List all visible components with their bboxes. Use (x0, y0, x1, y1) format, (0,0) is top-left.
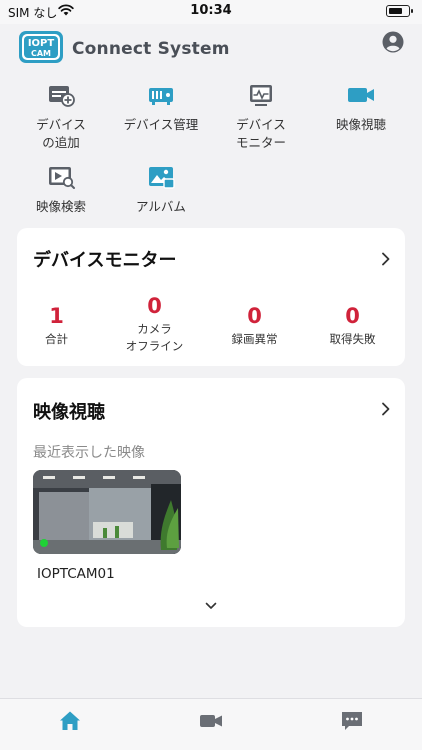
stat-label: 取得失敗 (329, 332, 376, 346)
device-monitor-icon (250, 85, 272, 106)
stat-label: 合計 (45, 332, 68, 346)
video-camera-icon[interactable] (199, 709, 223, 733)
logo-text-top: IOPT (28, 38, 55, 49)
camera-preview-image (33, 470, 181, 554)
menu-label: 映像視聴 (335, 117, 386, 132)
camera-name: IOPTCAM01 (37, 566, 115, 582)
svg-text:IOPT: IOPT (28, 38, 55, 49)
stat-value: 0 (345, 304, 360, 328)
stat-value: 1 (49, 304, 64, 328)
card-title: デバイスモニター (33, 250, 177, 271)
stat-label: カメラ オフライン (125, 322, 184, 353)
live-indicator-icon (40, 539, 48, 547)
app-logo: IOPT CAM (19, 31, 63, 63)
menu-item-video-viewing[interactable]: 映像視聴 (313, 82, 409, 134)
menu-label: 映像検索 (35, 199, 86, 214)
stat-label: 録画異常 (231, 332, 278, 346)
home-icon[interactable] (58, 709, 82, 733)
tab-bar (0, 698, 422, 750)
video-viewing-card[interactable]: 映像視聴 最近表示した映像 IOPTCAM01 (17, 378, 405, 627)
app-title: Connect System (72, 39, 230, 59)
menu-item-device-management[interactable]: デバイス管理 (113, 82, 209, 134)
device-management-icon (149, 88, 173, 105)
stat-fetch-failed[interactable]: 0 取得失敗 (304, 304, 401, 348)
clock: 10:34 (190, 3, 232, 18)
add-device-icon (49, 86, 75, 107)
stat-value: 0 (247, 304, 262, 328)
svg-text:CAM: CAM (31, 49, 51, 58)
menu-label: デバイス の追加 (36, 117, 86, 150)
stat-camera-offline[interactable]: 0 カメラ オフライン (106, 294, 203, 355)
stat-total[interactable]: 1 合計 (8, 304, 105, 348)
menu-item-device-monitor[interactable]: デバイス モニター (213, 82, 309, 152)
menu-item-album[interactable]: アルバム (113, 164, 209, 216)
menu-label: デバイス管理 (123, 117, 199, 132)
card-title: 映像視聴 (33, 402, 105, 423)
logo-text-bottom: CAM (31, 49, 51, 58)
chevron-right-icon[interactable] (381, 402, 391, 416)
menu-label: デバイス モニター (235, 117, 286, 150)
menu-item-video-search[interactable]: 映像検索 (13, 164, 109, 216)
menu-label: アルバム (136, 199, 186, 214)
device-monitor-card[interactable]: デバイスモニター 1 合計 0 カメラ オフライン 0 録画異常 0 取得失敗 (17, 228, 405, 366)
battery-level (388, 7, 402, 14)
status-bar: SIM なし 10:34 (0, 0, 422, 24)
battery-icon (386, 5, 413, 17)
camera-thumbnail[interactable] (33, 470, 181, 554)
video-search-icon (49, 167, 75, 189)
recent-videos-label: 最近表示した映像 (33, 445, 145, 461)
stat-recording-error[interactable]: 0 録画異常 (206, 304, 303, 348)
menu-item-add-device[interactable]: デバイス の追加 (13, 82, 109, 152)
chevron-down-icon[interactable] (205, 602, 217, 610)
app-header: IOPT CAM Connect System (0, 24, 422, 72)
message-icon[interactable] (340, 709, 364, 733)
video-camera-icon (348, 88, 374, 102)
album-icon (149, 167, 175, 189)
stat-value: 0 (147, 294, 162, 318)
account-icon[interactable] (382, 31, 404, 53)
chevron-right-icon[interactable] (381, 252, 391, 266)
